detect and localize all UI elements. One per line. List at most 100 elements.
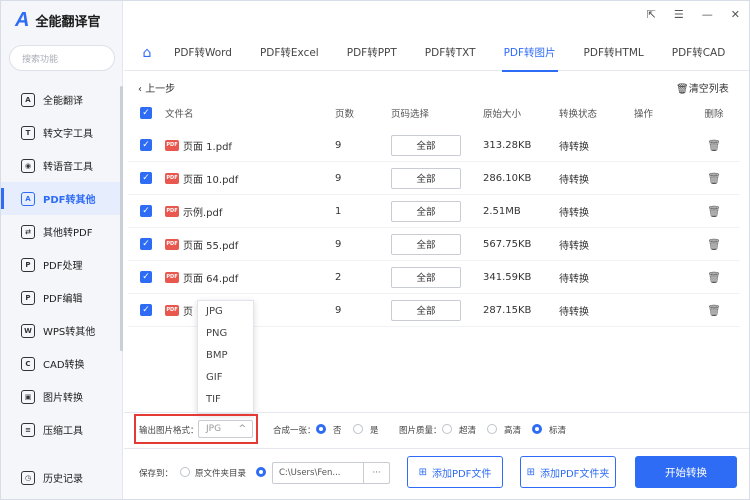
convert-status: 待转换 [559,306,589,318]
sidebar-scrollbar[interactable] [120,86,123,351]
logo-mark: A [15,9,30,31]
wps-icon: W [21,323,35,338]
menu-icon[interactable]: ☰ [674,8,684,21]
tab-pdf-html[interactable]: PDF转HTML [572,36,656,71]
quality-high-label: 高清 [504,426,522,436]
header-page-select: 页码选择 [391,109,430,120]
quality-ultra-label: 超清 [459,426,477,436]
sidebar-item-cad[interactable]: C CAD转换 [1,347,123,380]
save-path-field[interactable]: C:\Users\Fen... ··· [272,462,390,484]
format-option-jpg[interactable]: JPG [198,301,253,323]
tab-pdf-cad[interactable]: PDF转CAD [660,36,738,71]
convert-status: 待转换 [559,207,589,219]
app-title: 全能翻译官 [35,15,101,30]
page-select-button[interactable]: 全部 [391,266,461,288]
sidebar-item-label: CAD转换 [43,360,85,371]
header-status: 转换状态 [559,109,598,120]
sidebar-item-pdf-edit[interactable]: P PDF编辑 [1,281,123,314]
sidebar-item-pdf-to-other[interactable]: A PDF转其他 [1,182,123,215]
add-folder-icon: ⊞ [526,466,535,478]
format-option-gif[interactable]: GIF [198,367,253,389]
format-select[interactable]: JPG ^ [198,420,253,438]
back-button[interactable]: ‹ 上一步 [138,80,175,95]
page-count: 2 [335,271,342,283]
row-checkbox[interactable]: ✓ [140,172,152,184]
convert-status: 待转换 [559,141,589,153]
pdf-file-icon: PDF [165,304,179,316]
select-all-checkbox[interactable]: ✓ [140,107,152,119]
format-option-bmp[interactable]: BMP [198,345,253,367]
sidebar-item-history[interactable]: ◷ 历史记录 [1,461,123,494]
page-count: 9 [335,304,342,316]
merge-yes-label: 是 [370,426,379,436]
row-checkbox[interactable]: ✓ [140,304,152,316]
page-select-button[interactable]: 全部 [391,233,461,255]
home-icon[interactable]: ⌂ [132,45,162,61]
sidebar-item-label: 转语音工具 [43,162,93,173]
pdf-process-icon: P [21,257,35,272]
sidebar-item-translate[interactable]: A 全能翻译 [1,83,123,116]
sidebar-item-image[interactable]: ▣ 图片转换 [1,380,123,413]
pdf-file-icon: PDF [165,271,179,283]
tab-pdf-ppt[interactable]: PDF转PPT [335,36,409,71]
quality-high-radio[interactable] [487,424,497,434]
compress-icon: ≡ [21,422,35,437]
sidebar-item-pdf-process[interactable]: P PDF处理 [1,248,123,281]
merge-no-radio[interactable] [316,424,326,434]
file-name: 页面 64.pdf [183,273,239,285]
sidebar-item-label: PDF编辑 [43,294,83,305]
sidebar-item-compress[interactable]: ≡ 压缩工具 [1,413,123,446]
row-checkbox[interactable]: ✓ [140,205,152,217]
delete-icon[interactable]: 🗑 [707,205,721,218]
tab-pdf-excel[interactable]: PDF转Excel [248,36,331,71]
delete-icon[interactable]: 🗑 [707,139,721,152]
page-select-button[interactable]: 全部 [391,167,461,189]
text-icon: T [21,125,35,140]
file-size: 313.28KB [483,139,532,151]
sidebar-item-label: 转文字工具 [43,129,93,140]
custom-path-radio[interactable] [256,467,266,477]
search-input[interactable]: 搜索功能 [9,45,115,71]
close-icon[interactable]: ✕ [731,8,740,21]
minimize-icon[interactable]: — [702,8,713,21]
delete-icon[interactable]: 🗑 [707,172,721,185]
translate-icon: A [21,92,35,107]
format-option-png[interactable]: PNG [198,323,253,345]
convert-status: 待转换 [559,240,589,252]
format-label: 输出图片格式： [139,426,199,436]
quality-ultra-radio[interactable] [442,424,452,434]
format-option-tif[interactable]: TIF [198,389,253,411]
merge-yes-radio[interactable] [353,424,363,434]
page-count: 9 [335,139,342,151]
sidebar-item-to-speech[interactable]: ◉ 转语音工具 [1,149,123,182]
add-pdf-file-button[interactable]: ⊞ 添加PDF文件 [407,456,503,488]
quality-standard-radio[interactable] [532,424,542,434]
sidebar-item-wps[interactable]: W WPS转其他 [1,314,123,347]
sidebar-item-other-to-pdf[interactable]: ⇄ 其他转PDF [1,215,123,248]
row-checkbox[interactable]: ✓ [140,271,152,283]
tab-pdf-word[interactable]: PDF转Word [162,36,244,71]
row-checkbox[interactable]: ✓ [140,139,152,151]
tab-pdf-image[interactable]: PDF转图片 [492,36,568,72]
sidebar-item-label: PDF处理 [43,261,83,272]
table-row: ✓ PDF 页面 1.pdf 9 全部 313.28KB 待转换 🗑 [128,129,740,162]
tab-pdf-txt[interactable]: PDF转TXT [413,36,488,71]
clear-list-button[interactable]: 🗑清空列表 [676,80,729,95]
image-icon: ▣ [21,389,35,404]
delete-icon[interactable]: 🗑 [707,238,721,251]
merge-no-label: 否 [333,426,342,436]
sidebar-item-to-text[interactable]: T 转文字工具 [1,116,123,149]
add-pdf-folder-button[interactable]: ⊞ 添加PDF文件夹 [520,456,616,488]
page-count: 9 [335,238,342,250]
page-select-button[interactable]: 全部 [391,299,461,321]
start-convert-button[interactable]: 开始转换 [635,456,737,488]
page-select-button[interactable]: 全部 [391,200,461,222]
browse-button[interactable]: ··· [363,463,389,483]
row-checkbox[interactable]: ✓ [140,238,152,250]
delete-icon[interactable]: 🗑 [707,271,721,284]
delete-icon[interactable]: 🗑 [707,304,721,317]
page-select-button[interactable]: 全部 [391,134,461,156]
convert-icon: ⇄ [21,224,35,239]
fullscreen-icon[interactable]: ⇱ [647,8,656,21]
source-folder-radio[interactable] [180,467,190,477]
